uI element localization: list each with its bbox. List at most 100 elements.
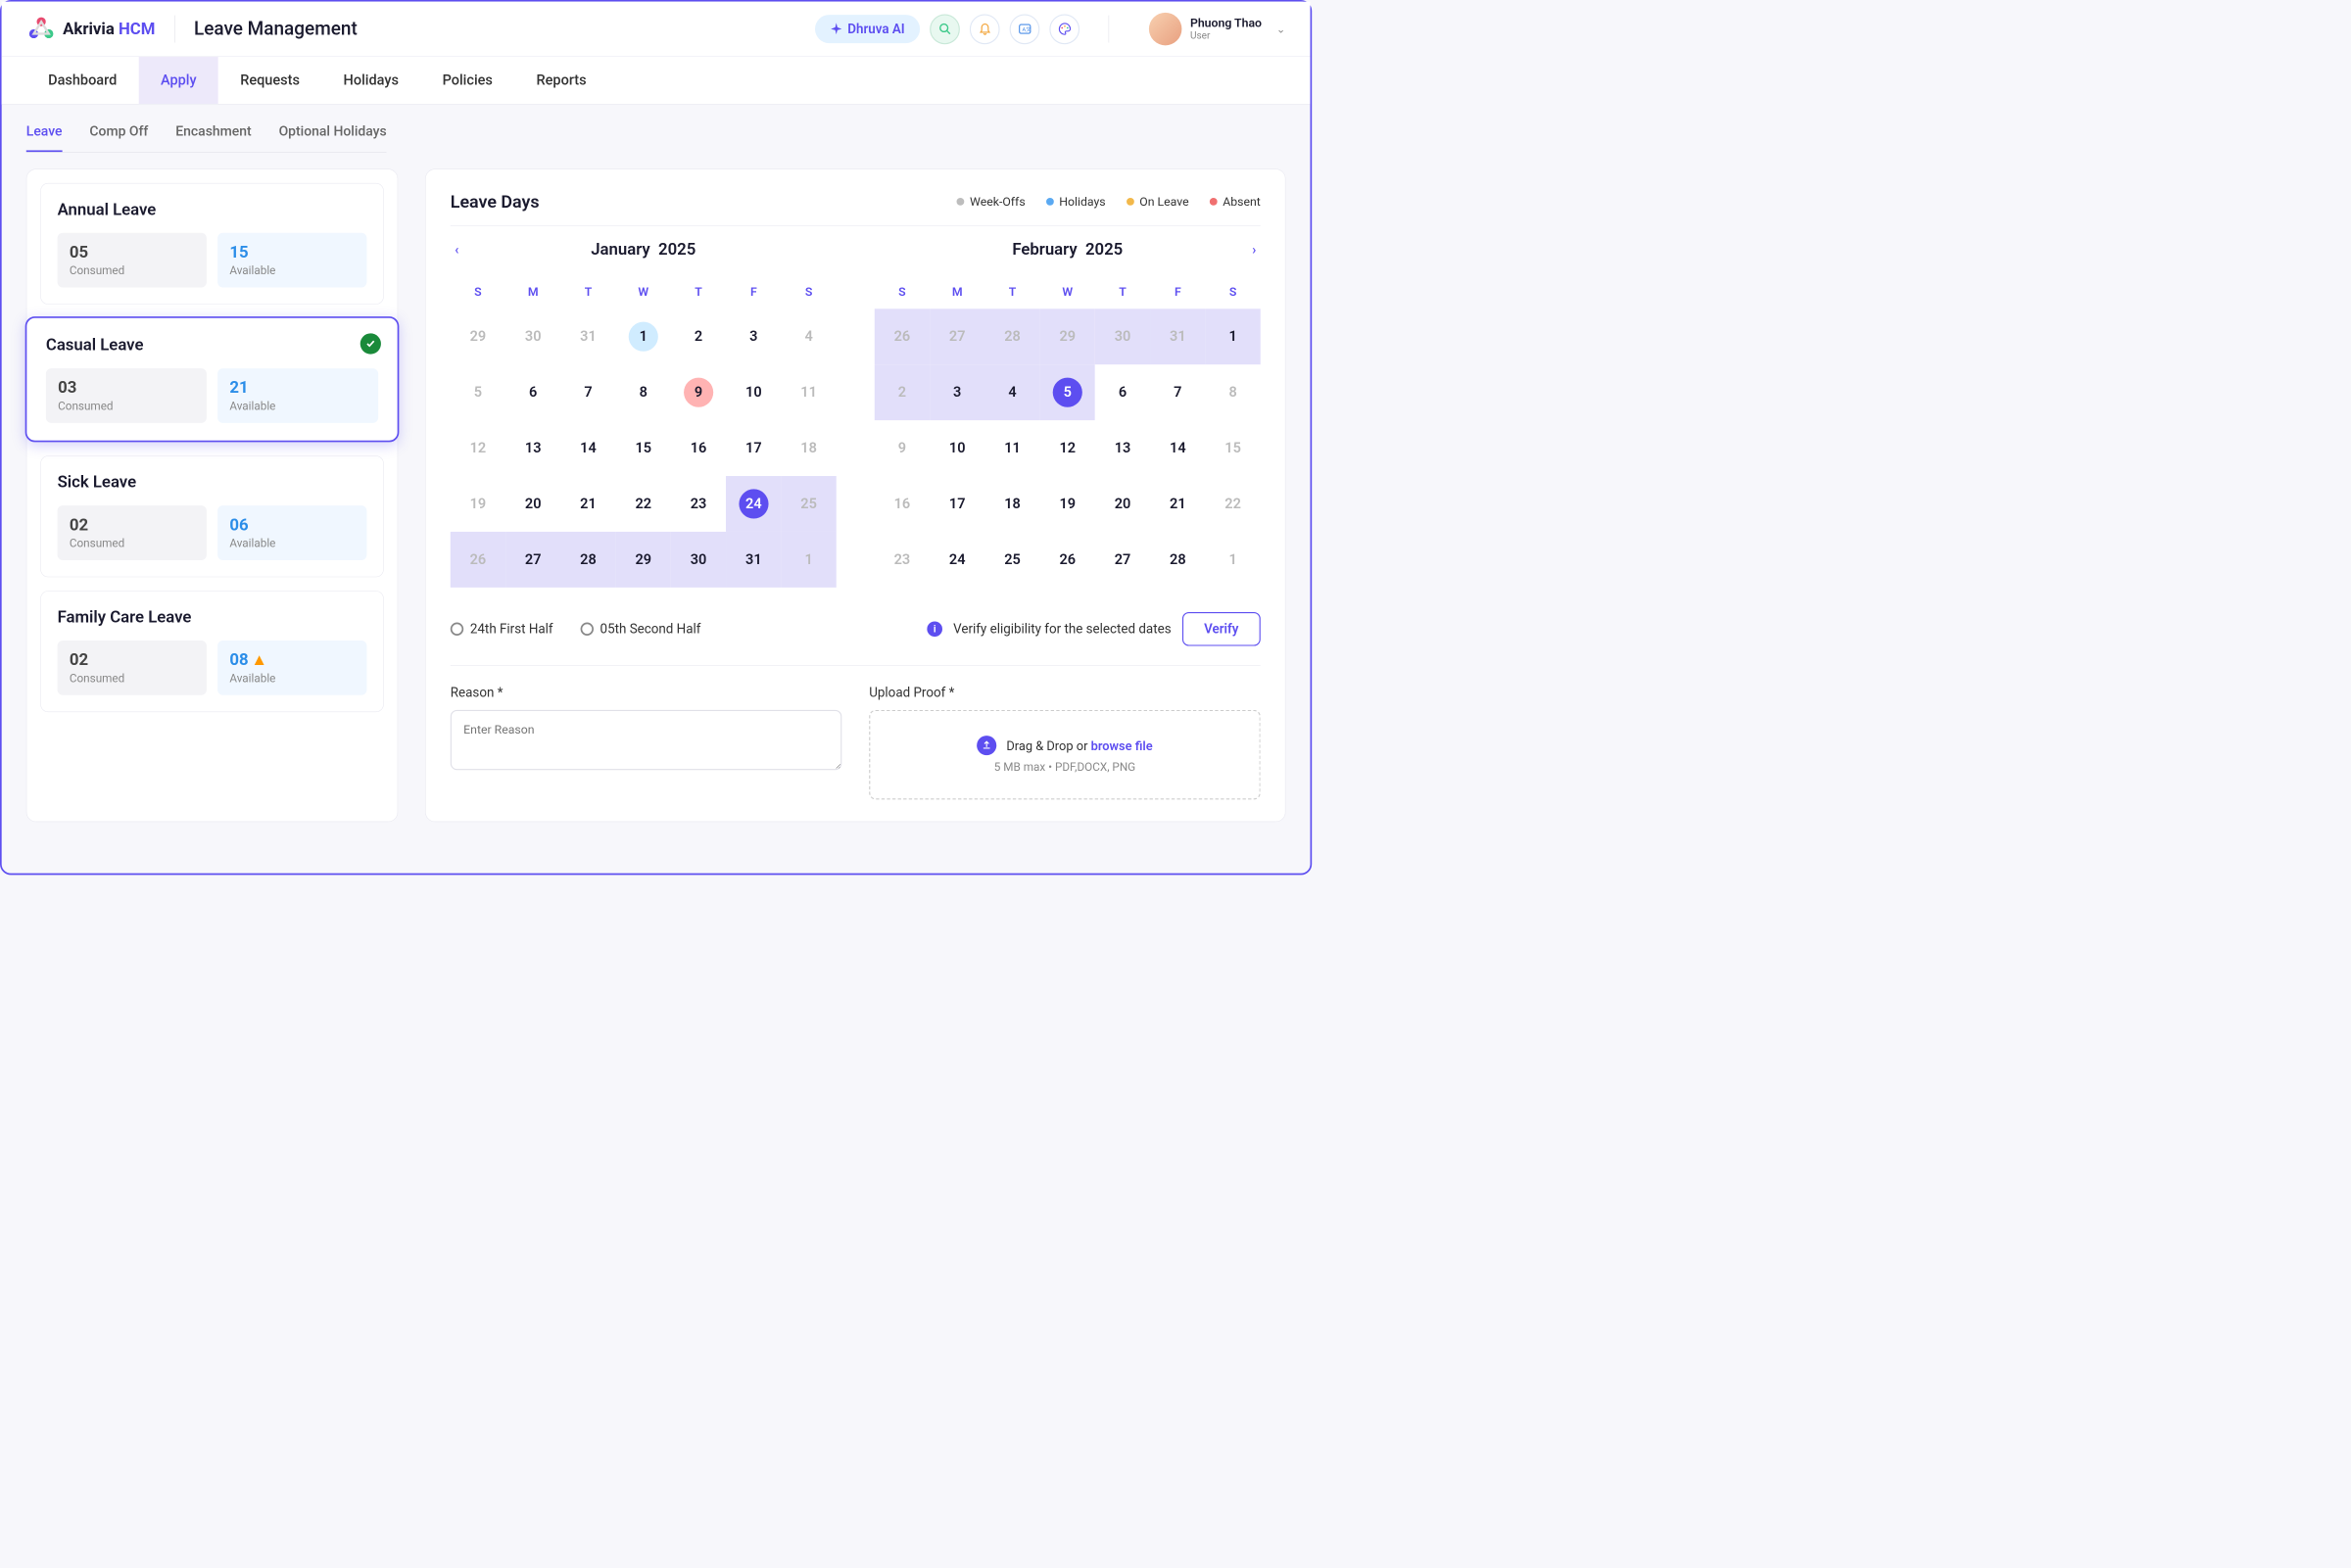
- nav-tab-apply[interactable]: Apply: [139, 57, 218, 104]
- second-half-radio[interactable]: 05th Second Half: [580, 621, 700, 637]
- nav-tab-dashboard[interactable]: Dashboard: [26, 57, 139, 104]
- calendar-day[interactable]: 21: [560, 476, 615, 532]
- calendar-day[interactable]: 1: [1205, 309, 1260, 364]
- calendar-day[interactable]: 3: [726, 309, 781, 364]
- first-half-radio[interactable]: 24th First Half: [451, 621, 553, 637]
- leave-card-sick-leave[interactable]: Sick Leave02Consumed06Available: [40, 455, 383, 577]
- calendar-day[interactable]: 26: [1040, 532, 1095, 588]
- sub-tab-optional-holidays[interactable]: Optional Holidays: [279, 123, 387, 152]
- next-month-button[interactable]: ›: [1248, 237, 1261, 261]
- user-menu[interactable]: Phuong Thao User ⌄: [1149, 13, 1285, 45]
- calendar-day[interactable]: 2: [875, 364, 930, 420]
- calendar-day[interactable]: 1: [781, 532, 836, 588]
- calendar-day[interactable]: 28: [984, 309, 1039, 364]
- logo[interactable]: Akrivia HCM: [26, 14, 156, 44]
- calendar-day[interactable]: 30: [1095, 309, 1150, 364]
- search-button[interactable]: [930, 14, 960, 44]
- calendar-day[interactable]: 12: [1040, 420, 1095, 476]
- leave-card-casual-leave[interactable]: Casual Leave03Consumed21Available: [25, 316, 400, 442]
- sub-tab-encashment[interactable]: Encashment: [175, 123, 251, 152]
- calendar-day[interactable]: 30: [505, 309, 560, 364]
- calendar-day[interactable]: 26: [451, 532, 505, 588]
- calendar-day[interactable]: 22: [616, 476, 671, 532]
- calendar-day[interactable]: 11: [781, 364, 836, 420]
- calendar-day[interactable]: 7: [1150, 364, 1205, 420]
- calendar-day[interactable]: 13: [1095, 420, 1150, 476]
- verify-button[interactable]: Verify: [1182, 612, 1261, 646]
- ai-button[interactable]: Dhruva AI: [815, 15, 921, 43]
- calendar-day[interactable]: 23: [875, 532, 930, 588]
- calendar-day[interactable]: 9: [671, 364, 726, 420]
- calendar-day[interactable]: 15: [1205, 420, 1260, 476]
- calendar-day[interactable]: 21: [1150, 476, 1205, 532]
- calendar-day[interactable]: 31: [1150, 309, 1205, 364]
- calendar-day[interactable]: 30: [671, 532, 726, 588]
- calendar-day[interactable]: 22: [1205, 476, 1260, 532]
- calendar-day[interactable]: 15: [616, 420, 671, 476]
- calendar-day[interactable]: 29: [616, 532, 671, 588]
- calendar-day[interactable]: 17: [930, 476, 984, 532]
- calendar-day[interactable]: 3: [930, 364, 984, 420]
- calendar-day[interactable]: 28: [1150, 532, 1205, 588]
- sub-tab-leave[interactable]: Leave: [26, 123, 63, 152]
- calendar-day[interactable]: 24: [726, 476, 781, 532]
- theme-button[interactable]: [1050, 14, 1080, 44]
- calendar-day[interactable]: 5: [451, 364, 505, 420]
- calendar-day[interactable]: 8: [616, 364, 671, 420]
- nav-tab-reports[interactable]: Reports: [514, 57, 608, 104]
- calendar-day[interactable]: 16: [875, 476, 930, 532]
- calendar-day[interactable]: 12: [451, 420, 505, 476]
- calendar-day[interactable]: 7: [560, 364, 615, 420]
- calendar-day[interactable]: 9: [875, 420, 930, 476]
- calendar-day[interactable]: 20: [505, 476, 560, 532]
- calendar-day[interactable]: 2: [671, 309, 726, 364]
- calendar-day[interactable]: 20: [1095, 476, 1150, 532]
- calendar-day[interactable]: 28: [560, 532, 615, 588]
- calendar-day[interactable]: 5: [1040, 364, 1095, 420]
- nav-tab-policies[interactable]: Policies: [420, 57, 514, 104]
- calendar-day[interactable]: 6: [505, 364, 560, 420]
- calendar-day[interactable]: 18: [781, 420, 836, 476]
- nav-tab-holidays[interactable]: Holidays: [321, 57, 420, 104]
- calendar-day[interactable]: 14: [1150, 420, 1205, 476]
- leave-card-annual-leave[interactable]: Annual Leave05Consumed15Available: [40, 183, 383, 305]
- calendar-day[interactable]: 1: [616, 309, 671, 364]
- calendar-day[interactable]: 31: [726, 532, 781, 588]
- calendar-day[interactable]: 14: [560, 420, 615, 476]
- prev-month-button[interactable]: ‹: [451, 237, 463, 261]
- calendar-day[interactable]: 10: [930, 420, 984, 476]
- calendar-day[interactable]: 1: [1205, 532, 1260, 588]
- calendar-day[interactable]: 23: [671, 476, 726, 532]
- calendar-day[interactable]: 11: [984, 420, 1039, 476]
- nav-tab-requests[interactable]: Requests: [218, 57, 321, 104]
- calendar-day[interactable]: 27: [930, 309, 984, 364]
- browse-file-link[interactable]: browse file: [1091, 738, 1153, 753]
- calendar-day[interactable]: 16: [671, 420, 726, 476]
- calendar-day[interactable]: 27: [505, 532, 560, 588]
- calendar-day[interactable]: 4: [781, 309, 836, 364]
- calendar-day[interactable]: 6: [1095, 364, 1150, 420]
- reason-input[interactable]: [451, 710, 842, 770]
- calendar-day[interactable]: 18: [984, 476, 1039, 532]
- available-stat: 21Available: [217, 368, 378, 423]
- calendar-day[interactable]: 27: [1095, 532, 1150, 588]
- calendar-day[interactable]: 29: [1040, 309, 1095, 364]
- calendar-day[interactable]: 25: [984, 532, 1039, 588]
- calendar-day[interactable]: 26: [875, 309, 930, 364]
- calendar-day[interactable]: 19: [451, 476, 505, 532]
- calendar-day[interactable]: 31: [560, 309, 615, 364]
- calendar-day[interactable]: 17: [726, 420, 781, 476]
- upload-dropzone[interactable]: Drag & Drop or browse file 5 MB max • PD…: [869, 710, 1261, 800]
- calendar-day[interactable]: 24: [930, 532, 984, 588]
- calendar-day[interactable]: 4: [984, 364, 1039, 420]
- notifications-button[interactable]: [970, 14, 1000, 44]
- calendar-day[interactable]: 13: [505, 420, 560, 476]
- calendar-day[interactable]: 8: [1205, 364, 1260, 420]
- language-button[interactable]: A文: [1010, 14, 1040, 44]
- calendar-day[interactable]: 10: [726, 364, 781, 420]
- calendar-day[interactable]: 19: [1040, 476, 1095, 532]
- calendar-day[interactable]: 29: [451, 309, 505, 364]
- leave-card-family-care-leave[interactable]: Family Care Leave02Consumed08▲Available: [40, 591, 383, 712]
- calendar-day[interactable]: 25: [781, 476, 836, 532]
- sub-tab-comp-off[interactable]: Comp Off: [89, 123, 148, 152]
